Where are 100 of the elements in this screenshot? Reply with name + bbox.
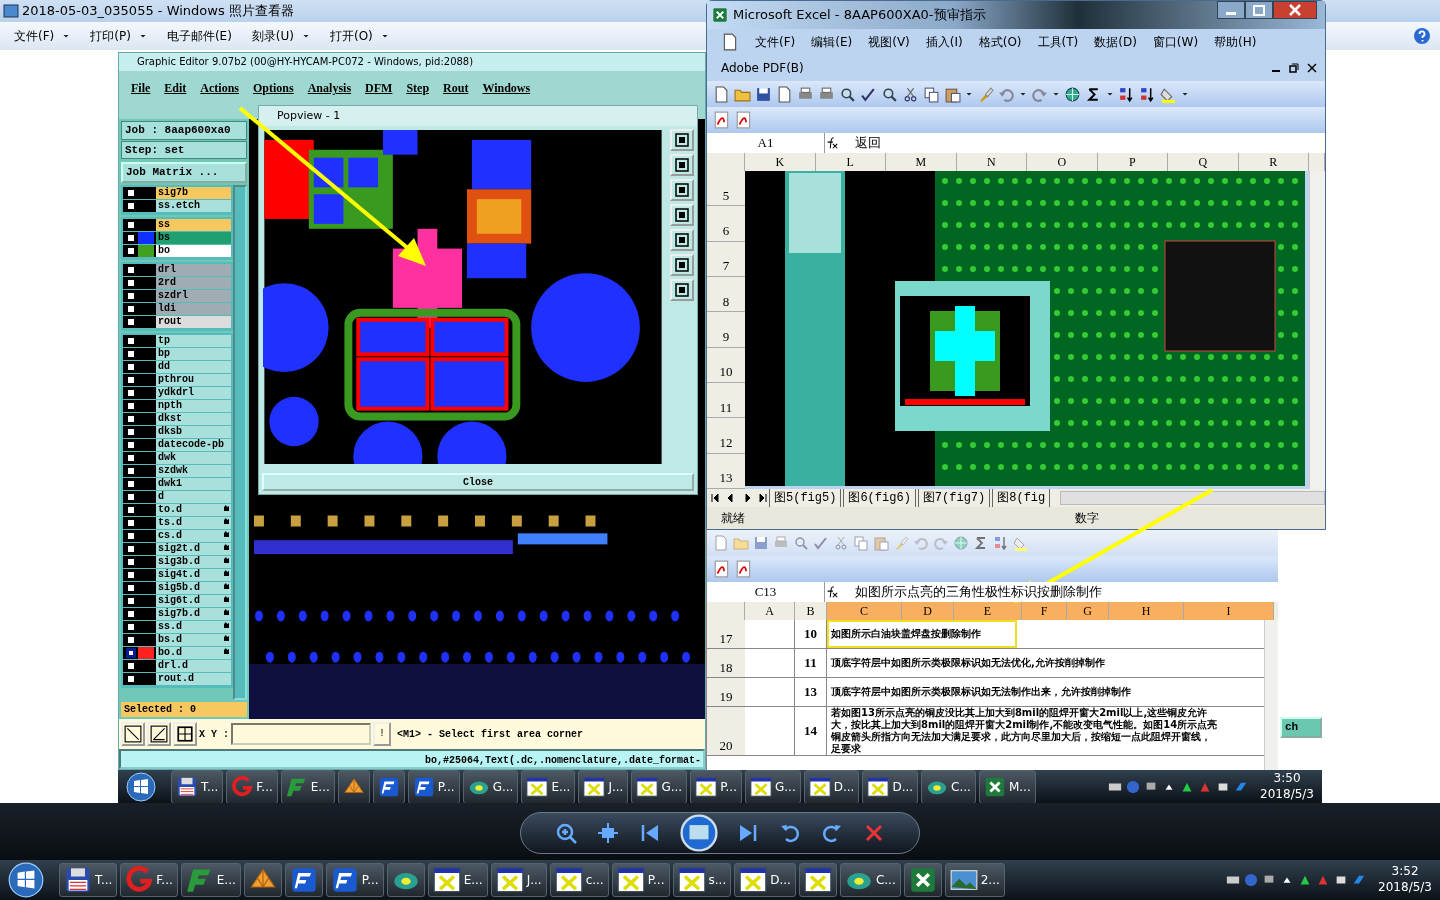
taskbar-button[interactable]: J...	[490, 863, 547, 897]
column-header[interactable]: F	[1022, 602, 1067, 620]
name-box[interactable]: C13	[707, 582, 825, 602]
clock[interactable]: 3:52 2018/5/3	[1378, 864, 1432, 896]
menu-item[interactable]: 文件(F)	[755, 33, 796, 51]
menu-item[interactable]: 工具(T)	[1037, 33, 1079, 51]
taskbar-button[interactable]: P...	[690, 769, 742, 804]
layer-checkbox[interactable]	[126, 608, 136, 619]
column-header[interactable]: G	[1067, 602, 1109, 620]
layer-checkbox[interactable]	[126, 374, 136, 385]
layer-checkbox[interactable]	[126, 361, 136, 372]
zoom-icon[interactable]	[554, 821, 578, 845]
caret-icon[interactable]	[1052, 90, 1060, 98]
layer-checkbox[interactable]	[126, 232, 136, 243]
close-icon[interactable]	[1307, 63, 1317, 73]
copy-icon[interactable]	[923, 85, 940, 103]
start-button[interactable]	[126, 771, 156, 802]
layer-checkbox[interactable]	[126, 290, 136, 301]
menu-item[interactable]: Edit	[164, 79, 187, 97]
pan-left-button[interactable]	[670, 204, 694, 226]
column-header[interactable]: E	[954, 602, 1022, 620]
start-button[interactable]	[8, 862, 44, 898]
formula-field[interactable]: 返回	[839, 133, 1325, 153]
layer-checkbox[interactable]	[126, 673, 136, 684]
taskbar-button[interactable]: D...	[734, 863, 796, 897]
pdf-icon[interactable]	[713, 560, 731, 578]
layer-checkbox[interactable]	[126, 187, 136, 198]
menu-item[interactable]: 编辑(E)	[811, 33, 853, 51]
caret-icon[interactable]	[1181, 90, 1189, 98]
layer-checkbox[interactable]	[126, 595, 136, 606]
layer-checkbox[interactable]	[126, 316, 136, 327]
zoom-out-button[interactable]	[670, 154, 694, 176]
hyperlink-icon[interactable]	[1064, 85, 1081, 103]
close-button[interactable]	[1273, 1, 1317, 19]
row-header[interactable]: 17	[707, 620, 745, 648]
taskbar-button[interactable]	[243, 863, 282, 897]
save-icon[interactable]	[755, 85, 772, 103]
column-header[interactable]: D	[902, 602, 954, 620]
layer-name[interactable]: ss	[156, 218, 231, 231]
scrollbar[interactable]	[1309, 171, 1325, 489]
layer-name[interactable]: drl	[156, 263, 231, 276]
menu-item[interactable]: 数据(D)	[1094, 33, 1137, 51]
taskbar-button[interactable]: D...	[803, 769, 860, 804]
layer-checkbox[interactable]	[126, 647, 136, 658]
scrollbar[interactable]	[233, 184, 247, 700]
menu-item[interactable]: DFM	[365, 79, 393, 97]
layer-checkbox[interactable]	[126, 335, 136, 346]
taskbar-button[interactable]	[386, 863, 425, 897]
angle-tool-button[interactable]	[147, 722, 171, 746]
taskbar-button[interactable]: E...	[280, 769, 335, 804]
layer-checkbox[interactable]	[126, 569, 136, 580]
menu-item[interactable]: 窗口(W)	[1152, 33, 1199, 51]
menu-item[interactable]: 文件(F)	[6, 25, 79, 47]
zoom-home-button[interactable]	[670, 179, 694, 201]
layer-checkbox[interactable]	[126, 660, 136, 671]
name-box[interactable]: A1	[707, 133, 825, 153]
new-file-icon[interactable]	[713, 85, 730, 103]
pdf-comment-icon[interactable]	[735, 111, 753, 129]
layer-checkbox[interactable]	[126, 200, 136, 211]
caret-icon[interactable]	[1106, 90, 1114, 98]
layer-checkbox[interactable]	[126, 219, 136, 230]
layer-checkbox[interactable]	[126, 413, 136, 424]
taskbar-button[interactable]: D...	[862, 769, 919, 804]
layer-checkbox[interactable]	[126, 439, 136, 450]
side-button[interactable]: ch	[1280, 717, 1322, 738]
menu-item[interactable]: 插入(I)	[925, 33, 963, 51]
taskbar-button[interactable]: C...	[921, 769, 976, 804]
layer-checkbox[interactable]	[126, 264, 136, 275]
menu-item[interactable]: 帮助(H)	[1214, 33, 1257, 51]
taskbar-button[interactable]: E...	[521, 769, 576, 804]
scrollbar[interactable]	[1060, 491, 1325, 505]
layer-checkbox[interactable]	[126, 504, 136, 515]
pdf-icon[interactable]	[713, 111, 731, 129]
taskbar-button[interactable]: P...	[407, 769, 460, 804]
caret-icon[interactable]	[965, 90, 973, 98]
fill-color-icon[interactable]	[1013, 535, 1029, 551]
layer-checkbox[interactable]	[126, 621, 136, 632]
layer-checkbox[interactable]	[126, 426, 136, 437]
warning-button[interactable]: !	[373, 722, 392, 746]
layer-checkbox[interactable]	[126, 582, 136, 593]
menu-item[interactable]: 刻录(U)	[243, 25, 318, 47]
taskbar-button[interactable]: s...	[672, 863, 732, 897]
row-header[interactable]: 18	[707, 649, 745, 677]
menu-item[interactable]: 视图(V)	[868, 33, 910, 51]
close-button[interactable]: Close	[262, 473, 694, 491]
taskbar-button[interactable]: P...	[611, 863, 670, 897]
layer-checkbox[interactable]	[126, 530, 136, 541]
layer-checkbox[interactable]	[126, 634, 136, 645]
layer-checkbox[interactable]	[126, 478, 136, 489]
zoom-tool-button[interactable]	[121, 722, 145, 746]
layer-checkbox[interactable]	[126, 387, 136, 398]
taskbar-button[interactable]: J...	[578, 769, 629, 804]
restore-icon[interactable]	[1289, 63, 1299, 73]
fit-button[interactable]	[670, 254, 694, 276]
grid-tool-button[interactable]	[173, 722, 197, 746]
menu-item[interactable]: Options	[253, 79, 294, 97]
pdf-comment-icon[interactable]	[735, 560, 753, 578]
taskbar-button[interactable]: G...	[631, 769, 688, 804]
taskbar-button[interactable]	[284, 863, 323, 897]
menu-item[interactable]: Adobe PDF(B)	[721, 59, 804, 77]
